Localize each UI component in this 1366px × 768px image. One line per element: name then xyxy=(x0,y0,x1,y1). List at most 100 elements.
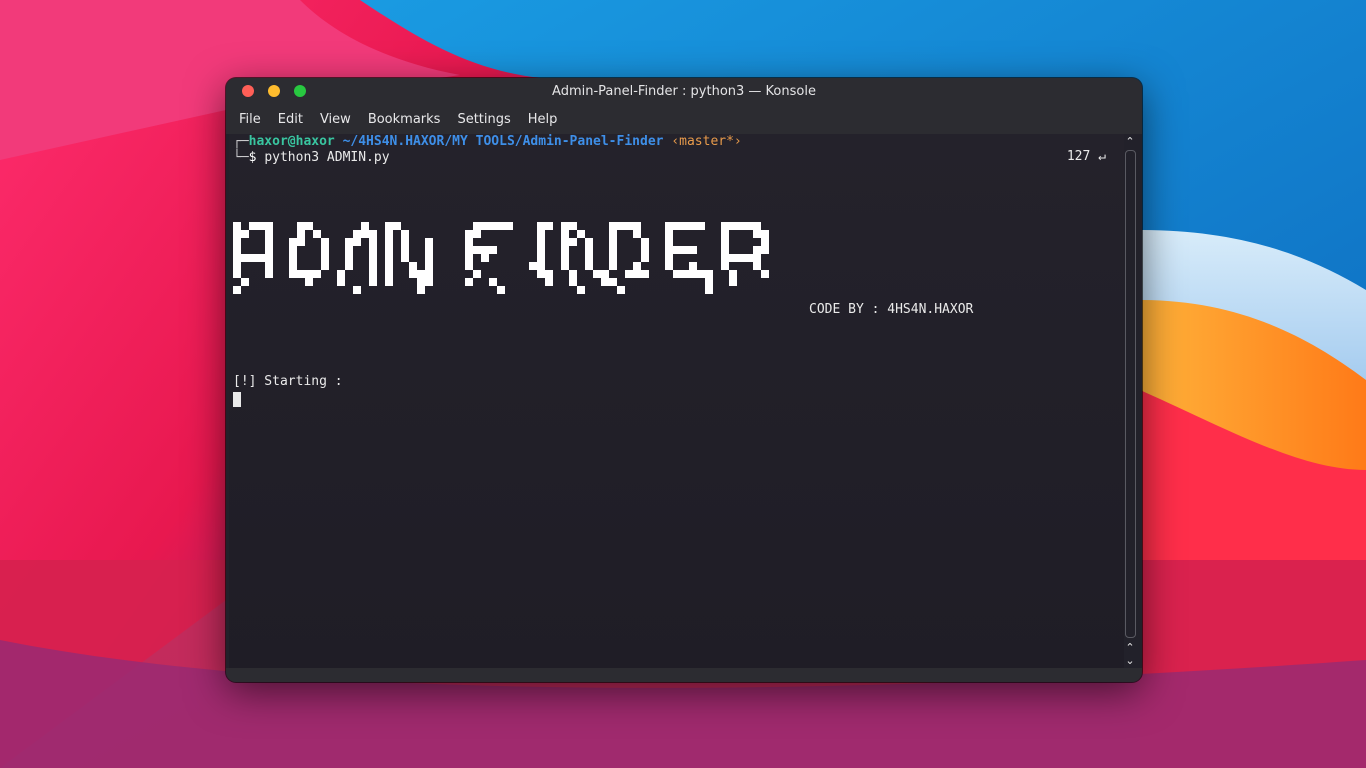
banner-pixel xyxy=(689,246,697,254)
chevron-down-icon[interactable]: ⌄ xyxy=(1124,655,1136,667)
banner-pixel xyxy=(537,270,545,278)
banner-pixel xyxy=(681,246,689,254)
credit-text: CODE BY : 4HS4N.HAXOR xyxy=(809,302,974,317)
banner-pixel xyxy=(529,262,537,270)
banner-pixel xyxy=(369,246,377,254)
chevron-up-icon[interactable]: ⌃ xyxy=(1124,136,1136,148)
menu-view[interactable]: View xyxy=(313,112,358,127)
banner-pixel xyxy=(609,254,617,262)
banner-pixel xyxy=(585,238,593,246)
banner-pixel xyxy=(561,246,569,254)
menu-bookmarks[interactable]: Bookmarks xyxy=(361,112,448,127)
banner-pixel xyxy=(673,246,681,254)
exit-status: 127 ↵ xyxy=(1066,149,1106,164)
banner-pixel xyxy=(537,222,545,230)
banner-pixel xyxy=(385,254,393,262)
command-text: python3 ADMIN.py xyxy=(264,150,390,165)
banner-pixel xyxy=(761,246,769,254)
banner-pixel xyxy=(561,230,569,238)
banner-pixel xyxy=(753,262,761,270)
banner-pixel xyxy=(473,246,481,254)
banner-pixel xyxy=(369,278,377,286)
banner-pixel xyxy=(689,262,697,270)
banner-pixel xyxy=(401,246,409,254)
banner-pixel xyxy=(745,254,753,262)
banner-pixel xyxy=(401,230,409,238)
banner-pixel xyxy=(257,222,265,230)
banner-pixel xyxy=(633,270,641,278)
banner-pixel xyxy=(321,238,329,246)
banner-pixel xyxy=(705,286,713,294)
banner-pixel xyxy=(601,270,609,278)
banner-pixel xyxy=(289,262,297,270)
menu-edit[interactable]: Edit xyxy=(271,112,310,127)
banner-pixel xyxy=(673,270,681,278)
banner-pixel xyxy=(297,230,305,238)
banner-pixel xyxy=(385,270,393,278)
banner-pixel xyxy=(537,238,545,246)
menu-file[interactable]: File xyxy=(232,112,268,127)
banner-pixel xyxy=(369,230,377,238)
banner-pixel xyxy=(721,246,729,254)
banner-pixel xyxy=(665,254,673,262)
banner-pixel xyxy=(561,254,569,262)
terminal-output[interactable]: ┌─haxor@haxor ~/4HS4N.HAXOR/MY TOOLS/Adm… xyxy=(229,134,1126,668)
banner-pixel xyxy=(633,222,641,230)
banner-pixel xyxy=(425,246,433,254)
maximize-button[interactable] xyxy=(294,85,306,97)
banner-pixel xyxy=(729,278,737,286)
menu-bar: File Edit View Bookmarks Settings Help xyxy=(226,104,1142,134)
vertical-scrollbar[interactable]: ⌃ ⌃ ⌄ xyxy=(1124,134,1136,668)
title-bar[interactable]: Admin-Panel-Finder : python3 — Konsole xyxy=(226,78,1142,104)
banner-pixel xyxy=(265,254,273,262)
close-button[interactable] xyxy=(242,85,254,97)
banner-pixel xyxy=(689,270,697,278)
banner-pixel xyxy=(761,270,769,278)
banner-pixel xyxy=(265,230,273,238)
banner-pixel xyxy=(609,222,617,230)
banner-pixel xyxy=(617,286,625,294)
banner-pixel xyxy=(721,262,729,270)
banner-pixel xyxy=(697,270,705,278)
minimize-button[interactable] xyxy=(268,85,280,97)
chevron-up-icon[interactable]: ⌃ xyxy=(1124,642,1136,654)
banner-pixel xyxy=(233,262,241,270)
banner-pixel xyxy=(289,270,297,278)
banner-pixel xyxy=(369,254,377,262)
prompt-symbol: $ xyxy=(248,150,257,165)
banner-pixel xyxy=(265,246,273,254)
banner-pixel xyxy=(753,254,761,262)
prompt-path: ~/4HS4N.HAXOR/MY TOOLS/Admin-Panel-Finde… xyxy=(342,134,664,149)
prompt-user: haxor@haxor xyxy=(248,134,335,149)
banner-pixel xyxy=(337,278,345,286)
window-title: Admin-Panel-Finder : python3 — Konsole xyxy=(552,83,816,99)
banner-pixel xyxy=(569,270,577,278)
banner-pixel xyxy=(593,270,601,278)
banner-pixel xyxy=(425,238,433,246)
menu-help[interactable]: Help xyxy=(521,112,565,127)
banner-pixel xyxy=(681,222,689,230)
banner-pixel xyxy=(569,238,577,246)
scroll-track[interactable] xyxy=(1125,150,1136,638)
banner-pixel xyxy=(345,238,353,246)
banner-pixel xyxy=(353,286,361,294)
menu-settings[interactable]: Settings xyxy=(450,112,517,127)
banner-pixel xyxy=(569,222,577,230)
banner-pixel xyxy=(385,278,393,286)
banner-pixel xyxy=(721,254,729,262)
banner-pixel xyxy=(305,222,313,230)
banner-pixel xyxy=(465,238,473,246)
banner-pixel xyxy=(505,222,513,230)
banner-pixel xyxy=(393,222,401,230)
banner-pixel xyxy=(473,270,481,278)
banner-pixel xyxy=(665,238,673,246)
banner-pixel xyxy=(497,286,505,294)
banner-pixel xyxy=(265,262,273,270)
banner-pixel xyxy=(473,222,481,230)
banner-pixel xyxy=(297,222,305,230)
banner-pixel xyxy=(561,262,569,270)
banner-pixel xyxy=(249,254,257,262)
banner-pixel xyxy=(241,278,249,286)
banner-pixel xyxy=(265,270,273,278)
banner-pixel xyxy=(689,222,697,230)
